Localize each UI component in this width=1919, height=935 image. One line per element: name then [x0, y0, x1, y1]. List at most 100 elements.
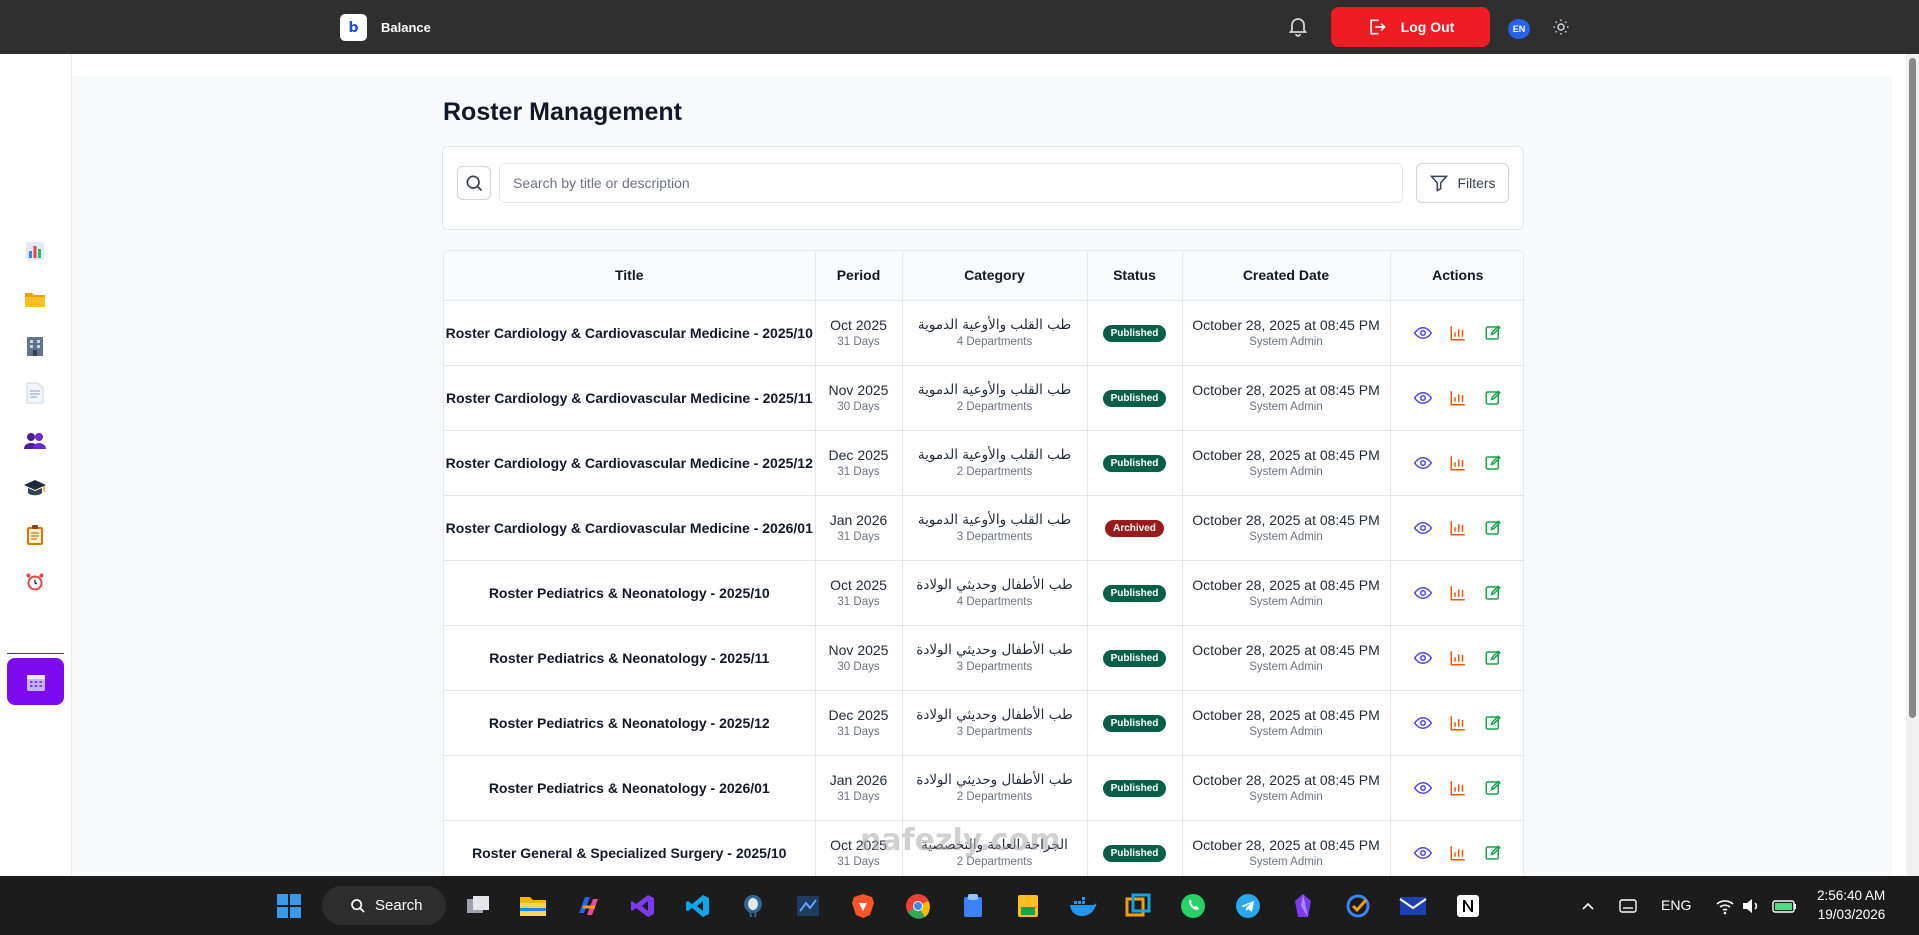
postgresql-icon[interactable]	[738, 891, 768, 921]
system-clock[interactable]: 2:56:40 AM 19/03/2026	[1817, 886, 1885, 924]
table-row[interactable]: Roster Pediatrics & Neonatology - 2025/1…	[444, 690, 1523, 756]
sidebar-item-departments[interactable]	[20, 331, 50, 361]
view-eye-icon[interactable]	[1412, 842, 1433, 863]
chevron-up-icon[interactable]	[1573, 891, 1603, 921]
table-row[interactable]: Roster Cardiology & Cardiovascular Medic…	[444, 300, 1523, 366]
search-button[interactable]	[457, 166, 491, 200]
visual-studio-icon[interactable]	[628, 891, 658, 921]
stats-chart-icon[interactable]	[1447, 712, 1468, 733]
roster-title[interactable]: Roster Pediatrics & Neonatology - 2025/1…	[444, 585, 815, 601]
column-header-period[interactable]: Period	[815, 251, 903, 301]
stats-chart-icon[interactable]	[1447, 647, 1468, 668]
database-tool-icon[interactable]	[793, 891, 823, 921]
file-explorer-icon[interactable]	[518, 891, 548, 921]
stats-chart-icon[interactable]	[1447, 387, 1468, 408]
copilot-icon[interactable]	[573, 891, 603, 921]
view-eye-icon[interactable]	[1412, 582, 1433, 603]
brave-browser-icon[interactable]	[848, 891, 878, 921]
roster-title[interactable]: Roster Cardiology & Cardiovascular Medic…	[444, 455, 815, 471]
roster-title[interactable]: Roster Pediatrics & Neonatology - 2026/0…	[444, 780, 815, 796]
edit-pencil-icon[interactable]	[1482, 517, 1503, 538]
roster-title[interactable]: Roster General & Specialized Surgery - 2…	[444, 845, 815, 861]
roster-title[interactable]: Roster Pediatrics & Neonatology - 2025/1…	[444, 715, 815, 731]
view-eye-icon[interactable]	[1412, 387, 1433, 408]
start-button[interactable]	[274, 891, 304, 921]
edit-pencil-icon[interactable]	[1482, 712, 1503, 733]
stats-chart-icon[interactable]	[1447, 582, 1468, 603]
table-row[interactable]: Roster Cardiology & Cardiovascular Medic…	[444, 495, 1523, 561]
stats-chart-icon[interactable]	[1447, 517, 1468, 538]
roster-title[interactable]: Roster Cardiology & Cardiovascular Medic…	[444, 325, 815, 341]
edit-pencil-icon[interactable]	[1482, 842, 1503, 863]
building-icon	[27, 337, 43, 356]
sidebar-item-tasks[interactable]	[20, 520, 50, 550]
cell-actions	[1390, 625, 1523, 691]
sidebar-item-training[interactable]	[20, 473, 50, 503]
edit-pencil-icon[interactable]	[1482, 647, 1503, 668]
stats-chart-icon[interactable]	[1447, 842, 1468, 863]
roster-title[interactable]: Roster Pediatrics & Neonatology - 2025/1…	[444, 650, 815, 666]
sidebar-item-documents[interactable]	[20, 378, 50, 408]
column-header-status[interactable]: Status	[1087, 251, 1183, 301]
stats-chart-icon[interactable]	[1447, 322, 1468, 343]
mail-app-icon[interactable]	[1398, 891, 1428, 921]
chart-icon	[26, 242, 44, 260]
notification-bell-icon[interactable]	[1286, 14, 1310, 38]
column-header-created-date[interactable]: Created Date	[1182, 251, 1391, 301]
sublime-or-tool-icon[interactable]	[1123, 891, 1153, 921]
view-eye-icon[interactable]	[1412, 452, 1433, 473]
sidebar-item-dashboard[interactable]	[20, 236, 50, 266]
edit-pencil-icon[interactable]	[1482, 582, 1503, 603]
keyboard-icon[interactable]	[1613, 891, 1643, 921]
battery-icon[interactable]	[1770, 891, 1800, 921]
stats-chart-icon[interactable]	[1447, 452, 1468, 473]
edit-pencil-icon[interactable]	[1482, 322, 1503, 343]
view-eye-icon[interactable]	[1412, 647, 1433, 668]
sidebar-item-roster[interactable]	[7, 658, 64, 705]
tasks-app-icon[interactable]	[1343, 891, 1373, 921]
chrome-icon[interactable]	[903, 891, 933, 921]
sidebar-item-files[interactable]	[20, 284, 50, 314]
category-name: طب القلب والأوعية الدموية	[917, 447, 1072, 463]
app-icon[interactable]	[958, 891, 988, 921]
table-row[interactable]: Roster Pediatrics & Neonatology - 2026/0…	[444, 755, 1523, 821]
obsidian-icon[interactable]	[1288, 891, 1318, 921]
view-eye-icon[interactable]	[1412, 712, 1433, 733]
task-view-icon[interactable]	[463, 891, 493, 921]
brand[interactable]: b Balance	[340, 14, 431, 41]
notion-icon[interactable]	[1453, 891, 1483, 921]
view-eye-icon[interactable]	[1412, 517, 1433, 538]
roster-title[interactable]: Roster Cardiology & Cardiovascular Medic…	[444, 520, 815, 536]
roster-title[interactable]: Roster Cardiology & Cardiovascular Medic…	[444, 390, 815, 406]
filters-button[interactable]: Filters	[1416, 163, 1509, 203]
table-row[interactable]: Roster Pediatrics & Neonatology - 2025/1…	[444, 625, 1523, 691]
language-switcher[interactable]: EN	[1508, 19, 1530, 39]
docker-icon[interactable]	[1068, 891, 1098, 921]
vscode-icon[interactable]	[683, 891, 713, 921]
view-eye-icon[interactable]	[1412, 777, 1433, 798]
table-row[interactable]: Roster Pediatrics & Neonatology - 2025/1…	[444, 560, 1523, 626]
edit-pencil-icon[interactable]	[1482, 387, 1503, 408]
edit-pencil-icon[interactable]	[1482, 777, 1503, 798]
view-eye-icon[interactable]	[1412, 322, 1433, 343]
taskbar-search[interactable]: Search	[322, 886, 446, 925]
table-row[interactable]: Roster Cardiology & Cardiovascular Medic…	[444, 365, 1523, 431]
page-scrollbar[interactable]	[1906, 54, 1919, 876]
volume-icon[interactable]	[1736, 891, 1766, 921]
telegram-icon[interactable]	[1233, 891, 1263, 921]
search-input[interactable]	[499, 163, 1403, 203]
cell-status: Published	[1087, 690, 1183, 756]
column-header-title[interactable]: Title	[444, 251, 816, 301]
files-app-icon[interactable]	[1013, 891, 1043, 921]
edit-pencil-icon[interactable]	[1482, 452, 1503, 473]
stats-chart-icon[interactable]	[1447, 777, 1468, 798]
logout-button[interactable]: Log Out	[1331, 7, 1490, 47]
sidebar-item-users[interactable]	[20, 426, 50, 456]
table-row[interactable]: Roster Cardiology & Cardiovascular Medic…	[444, 430, 1523, 496]
whatsapp-icon[interactable]	[1178, 891, 1208, 921]
scrollbar-thumb[interactable]	[1909, 58, 1916, 718]
column-header-category[interactable]: Category	[902, 251, 1088, 301]
language-indicator[interactable]: ENG	[1661, 897, 1691, 913]
theme-toggle-sun-icon[interactable]	[1552, 18, 1570, 36]
sidebar-item-attendance[interactable]	[20, 567, 50, 597]
